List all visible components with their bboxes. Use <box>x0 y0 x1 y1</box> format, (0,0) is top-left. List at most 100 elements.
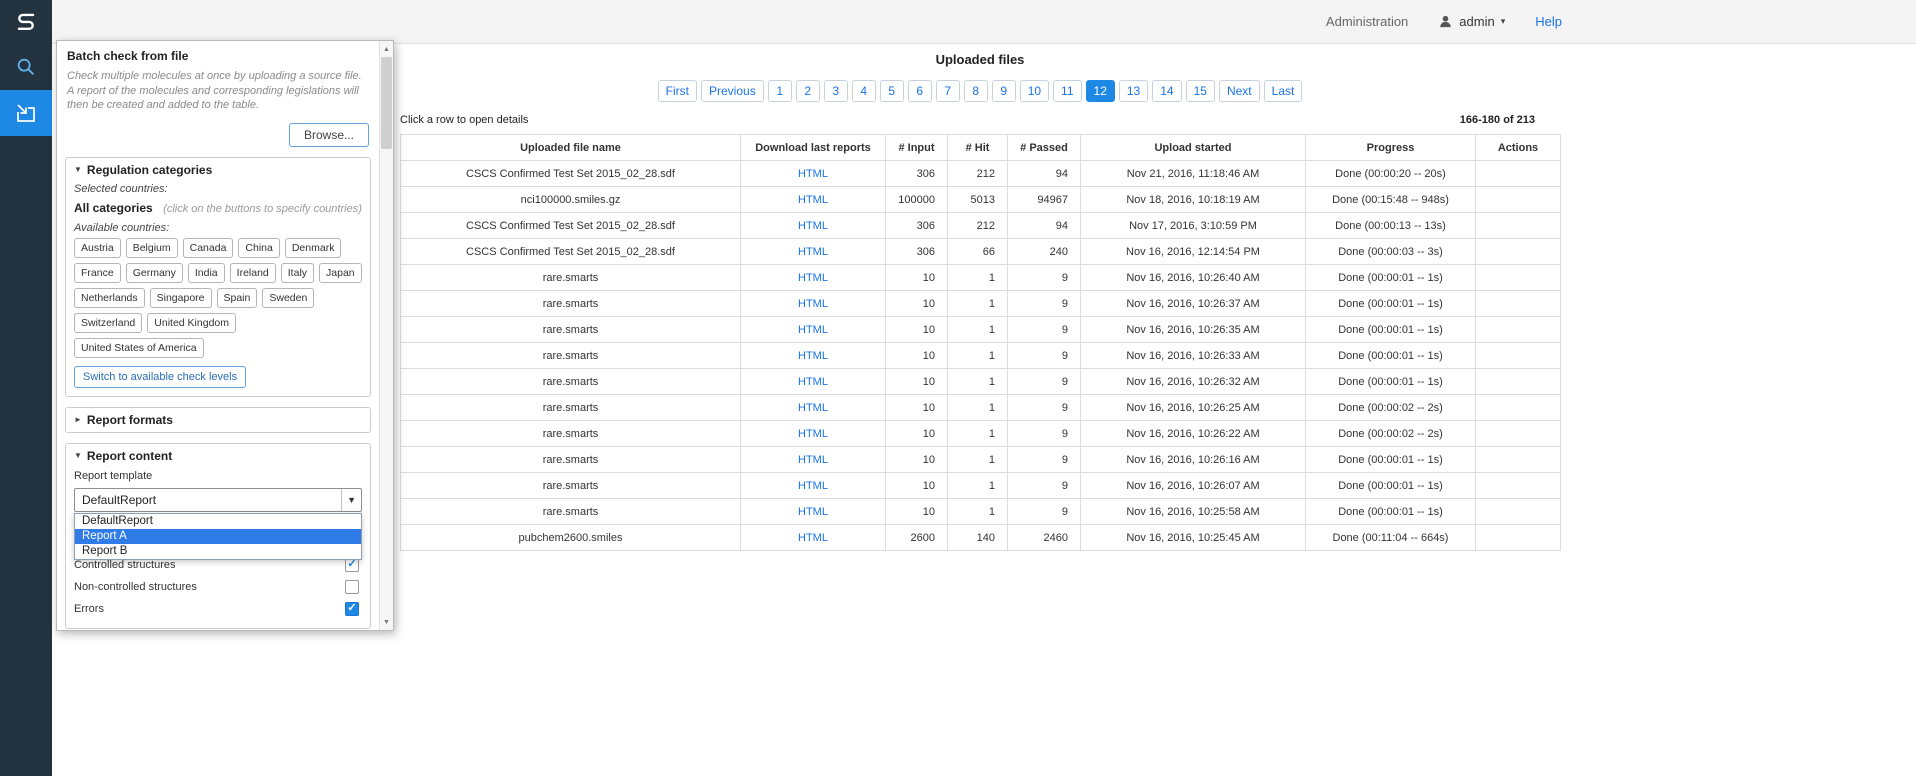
report-template-select[interactable]: DefaultReport ▼ <box>74 488 362 512</box>
scrollbar-thumb[interactable] <box>381 57 392 149</box>
panel-scrollbar[interactable]: ▲ ▼ <box>379 41 393 630</box>
user-menu[interactable]: admin ▾ <box>1438 14 1505 29</box>
page-button-1[interactable]: 1 <box>768 80 792 102</box>
scroll-down-icon[interactable]: ▼ <box>380 615 393 629</box>
cell-file-name: rare.smarts <box>401 447 741 473</box>
table-row[interactable]: rare.smartsHTML1019Nov 16, 2016, 10:26:2… <box>401 421 1561 447</box>
cell-progress: Done (00:00:20 -- 20s) <box>1306 161 1476 187</box>
download-html-link[interactable]: HTML <box>798 480 828 492</box>
country-button-china[interactable]: China <box>238 238 279 258</box>
table-row[interactable]: CSCS Confirmed Test Set 2015_02_28.sdfHT… <box>401 161 1561 187</box>
help-link[interactable]: Help <box>1535 14 1562 29</box>
report-formats-header[interactable]: ► Report formats <box>74 413 362 427</box>
report-content-body: Report template DefaultReport ▼ DefaultR… <box>74 470 362 620</box>
page-button-7[interactable]: 7 <box>936 80 960 102</box>
download-html-link[interactable]: HTML <box>798 506 828 518</box>
hint-text: Click a row to open details <box>400 114 528 126</box>
download-html-link[interactable]: HTML <box>798 298 828 310</box>
checkbox-non-controlled-structures[interactable] <box>345 580 359 594</box>
dropdown-option-report-b[interactable]: Report B <box>75 544 361 559</box>
cell-actions <box>1476 265 1561 291</box>
cell-file-name: CSCS Confirmed Test Set 2015_02_28.sdf <box>401 239 741 265</box>
page-button-10[interactable]: 10 <box>1020 80 1049 102</box>
download-html-link[interactable]: HTML <box>798 324 828 336</box>
cell-passed: 94967 <box>1008 187 1081 213</box>
switch-check-levels-button[interactable]: Switch to available check levels <box>74 366 246 388</box>
page-button-first[interactable]: First <box>658 80 697 102</box>
administration-link[interactable]: Administration <box>1326 14 1408 29</box>
table-row[interactable]: rare.smartsHTML1019Nov 16, 2016, 10:26:3… <box>401 291 1561 317</box>
download-html-link[interactable]: HTML <box>798 220 828 232</box>
page-button-5[interactable]: 5 <box>880 80 904 102</box>
table-row[interactable]: rare.smartsHTML1019Nov 16, 2016, 10:26:3… <box>401 369 1561 395</box>
download-html-link[interactable]: HTML <box>798 376 828 388</box>
page-button-11[interactable]: 11 <box>1053 80 1081 102</box>
page-button-12[interactable]: 12 <box>1086 80 1115 102</box>
download-html-link[interactable]: HTML <box>798 246 828 258</box>
country-button-united-states-of-america[interactable]: United States of America <box>74 338 204 358</box>
download-html-link[interactable]: HTML <box>798 402 828 414</box>
country-button-japan[interactable]: Japan <box>319 263 362 283</box>
dropdown-option-report-a[interactable]: Report A <box>75 529 361 544</box>
country-button-india[interactable]: India <box>188 263 225 283</box>
country-button-germany[interactable]: Germany <box>126 263 183 283</box>
country-button-canada[interactable]: Canada <box>183 238 234 258</box>
cell-upload-started: Nov 16, 2016, 10:26:33 AM <box>1081 343 1306 369</box>
page-button-8[interactable]: 8 <box>964 80 988 102</box>
sidebar-item-batch-check[interactable] <box>0 90 52 136</box>
country-button-sweden[interactable]: Sweden <box>262 288 314 308</box>
table-row[interactable]: rare.smartsHTML1019Nov 16, 2016, 10:26:1… <box>401 447 1561 473</box>
table-row[interactable]: rare.smartsHTML1019Nov 16, 2016, 10:26:0… <box>401 473 1561 499</box>
table-row[interactable]: nci100000.smiles.gzHTML100000501394967No… <box>401 187 1561 213</box>
checkbox-controlled-structures[interactable]: ✓ <box>345 558 359 572</box>
download-html-link[interactable]: HTML <box>798 272 828 284</box>
page-button-3[interactable]: 3 <box>824 80 848 102</box>
page-button-previous[interactable]: Previous <box>701 80 764 102</box>
download-html-link[interactable]: HTML <box>798 350 828 362</box>
country-button-italy[interactable]: Italy <box>281 263 314 283</box>
country-button-denmark[interactable]: Denmark <box>285 238 342 258</box>
table-row[interactable]: pubchem2600.smilesHTML26001402460Nov 16,… <box>401 525 1561 551</box>
country-button-austria[interactable]: Austria <box>74 238 121 258</box>
page-button-14[interactable]: 14 <box>1152 80 1181 102</box>
download-html-link[interactable]: HTML <box>798 168 828 180</box>
sidebar-item-search[interactable] <box>0 44 52 90</box>
download-html-link[interactable]: HTML <box>798 532 828 544</box>
country-button-ireland[interactable]: Ireland <box>230 263 276 283</box>
country-button-switzerland[interactable]: Switzerland <box>74 313 142 333</box>
download-html-link[interactable]: HTML <box>798 454 828 466</box>
dropdown-option-defaultreport[interactable]: DefaultReport <box>75 514 361 529</box>
page-button-4[interactable]: 4 <box>852 80 876 102</box>
checkbox-errors[interactable]: ✓ <box>345 602 359 616</box>
browse-button[interactable]: Browse... <box>289 123 369 147</box>
report-template-label: Report template <box>74 470 362 482</box>
table-row[interactable]: rare.smartsHTML1019Nov 16, 2016, 10:26:2… <box>401 395 1561 421</box>
cell-passed: 9 <box>1008 343 1081 369</box>
country-button-spain[interactable]: Spain <box>217 288 258 308</box>
report-content-header[interactable]: ▼ Report content <box>74 449 362 463</box>
table-row[interactable]: rare.smartsHTML1019Nov 16, 2016, 10:26:3… <box>401 317 1561 343</box>
country-button-netherlands[interactable]: Netherlands <box>74 288 145 308</box>
country-button-france[interactable]: France <box>74 263 121 283</box>
table-row[interactable]: CSCS Confirmed Test Set 2015_02_28.sdfHT… <box>401 213 1561 239</box>
regulation-categories-header[interactable]: ▼ Regulation categories <box>74 163 362 177</box>
page-button-2[interactable]: 2 <box>796 80 820 102</box>
page-button-15[interactable]: 15 <box>1186 80 1215 102</box>
table-row[interactable]: rare.smartsHTML1019Nov 16, 2016, 10:26:4… <box>401 265 1561 291</box>
country-button-singapore[interactable]: Singapore <box>150 288 212 308</box>
download-html-link[interactable]: HTML <box>798 194 828 206</box>
country-button-belgium[interactable]: Belgium <box>126 238 178 258</box>
download-html-link[interactable]: HTML <box>798 428 828 440</box>
page-button-6[interactable]: 6 <box>908 80 932 102</box>
table-row[interactable]: rare.smartsHTML1019Nov 16, 2016, 10:25:5… <box>401 499 1561 525</box>
country-button-united-kingdom[interactable]: United Kingdom <box>147 313 236 333</box>
table-row[interactable]: rare.smartsHTML1019Nov 16, 2016, 10:26:3… <box>401 343 1561 369</box>
table-row[interactable]: CSCS Confirmed Test Set 2015_02_28.sdf HT… <box>401 239 1561 265</box>
page-button-13[interactable]: 13 <box>1119 80 1148 102</box>
scroll-up-icon[interactable]: ▲ <box>380 42 393 56</box>
page-button-last[interactable]: Last <box>1264 80 1303 102</box>
chevron-down-icon: ▾ <box>1501 16 1506 27</box>
page-button-next[interactable]: Next <box>1219 80 1260 102</box>
page-button-9[interactable]: 9 <box>992 80 1016 102</box>
app-logo-icon[interactable] <box>0 0 52 44</box>
